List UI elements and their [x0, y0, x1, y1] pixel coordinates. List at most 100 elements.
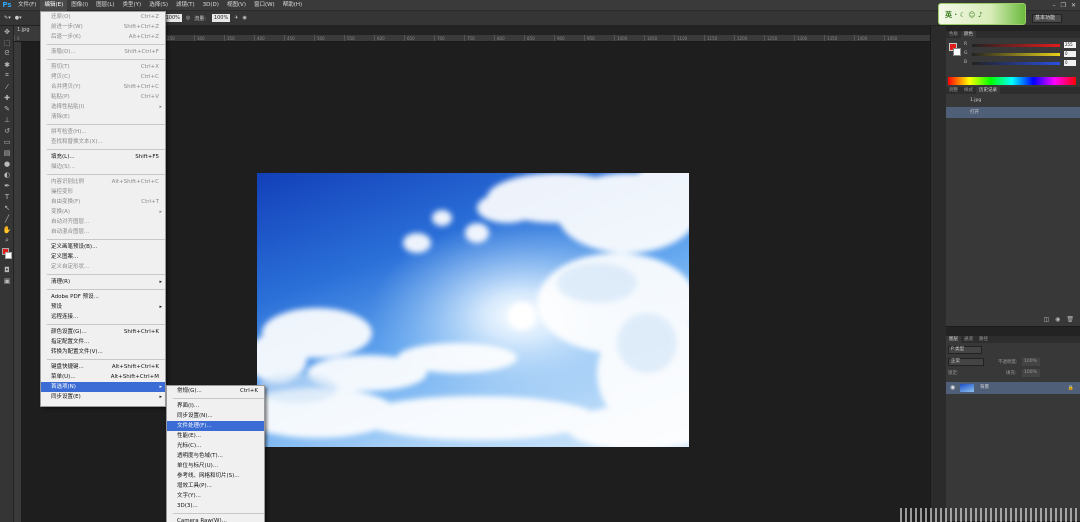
- canvas-scrollbar[interactable]: [930, 26, 938, 522]
- color-slider-b[interactable]: B0: [964, 60, 1076, 67]
- dodge-tool-icon[interactable]: ◐: [0, 169, 14, 180]
- menu-item[interactable]: 文字(Y)...: [167, 491, 264, 501]
- zoom-tool-icon[interactable]: ⌕: [0, 235, 14, 246]
- slider-value[interactable]: 0: [1064, 51, 1076, 57]
- layer-fill-field[interactable]: 100%: [1022, 369, 1040, 377]
- menu-0[interactable]: 文件(F): [14, 0, 40, 11]
- menu-5[interactable]: 选择(S): [145, 0, 172, 11]
- menu-item[interactable]: 界面(I)...: [167, 401, 264, 411]
- flow-field[interactable]: 100%: [210, 14, 231, 22]
- menu-3[interactable]: 图层(L): [92, 0, 118, 11]
- menu-2[interactable]: 图像(I): [67, 0, 92, 11]
- blur-tool-icon[interactable]: ●: [0, 158, 14, 169]
- layer-row-background[interactable]: ◉ 背景 🔒: [946, 382, 1080, 394]
- menu-item[interactable]: 转换为配置文件(V)...: [41, 347, 165, 357]
- menu-9[interactable]: 窗口(W): [250, 0, 279, 11]
- menu-10[interactable]: 帮助(H): [279, 0, 306, 11]
- brush-tool-icon[interactable]: ✎: [0, 103, 14, 114]
- menu-item[interactable]: 菜单(U)... Alt+Shift+Ctrl+M: [41, 372, 165, 382]
- marquee-tool-icon[interactable]: ⬚: [0, 37, 14, 48]
- airbrush-icon[interactable]: ✈: [234, 15, 238, 21]
- workspace-select[interactable]: 基本功能: [1032, 14, 1062, 23]
- menu-item[interactable]: 单位与标尺(U)...: [167, 461, 264, 471]
- panel-tab[interactable]: 路径: [976, 336, 991, 343]
- eyedropper-tool-icon[interactable]: ⁄: [0, 81, 14, 92]
- ad-badge[interactable]: 英 · ☾ ☺ ♪: [938, 3, 1026, 25]
- panel-tab[interactable]: 样式: [961, 87, 976, 94]
- pen-tool-icon[interactable]: ✒: [0, 180, 14, 191]
- document-tab[interactable]: 1.jpg: [14, 26, 40, 35]
- panel-tab[interactable]: 通道: [961, 336, 976, 343]
- close-icon[interactable]: ✕: [1071, 0, 1076, 11]
- menu-item[interactable]: 预设 ▸: [41, 302, 165, 312]
- pressure-opacity-icon[interactable]: ◎: [186, 15, 190, 21]
- restore-icon[interactable]: ❐: [1061, 0, 1066, 11]
- type-tool-icon[interactable]: T: [0, 191, 14, 202]
- brush-size-picker[interactable]: ●▾: [15, 15, 22, 21]
- snapshot-icon[interactable]: ◉: [1055, 316, 1060, 323]
- panel-collapse-strip[interactable]: [938, 26, 946, 522]
- history-row[interactable]: 打开: [946, 107, 1080, 118]
- move-tool-icon[interactable]: ✥: [0, 26, 14, 37]
- new-doc-from-state-icon[interactable]: ◫: [1043, 316, 1049, 323]
- screen-mode-icon[interactable]: ▣: [0, 275, 14, 286]
- menu-item[interactable]: Adobe PDF 预设...: [41, 292, 165, 302]
- menu-item[interactable]: 键盘快捷键... Alt+Shift+Ctrl+K: [41, 362, 165, 372]
- quick-mask-icon[interactable]: ◘: [0, 264, 14, 275]
- menu-item[interactable]: 参考线、网格和切片(S)...: [167, 471, 264, 481]
- color-slider-g[interactable]: G0: [964, 51, 1076, 58]
- shape-tool-icon[interactable]: ╱: [0, 213, 14, 224]
- minimize-icon[interactable]: –: [1053, 0, 1056, 11]
- quick-select-tool-icon[interactable]: ✱: [0, 59, 14, 70]
- menu-1[interactable]: 编辑(E): [40, 0, 68, 11]
- menu-6[interactable]: 滤镜(T): [172, 0, 199, 11]
- color-swatches[interactable]: [0, 246, 14, 264]
- menu-item[interactable]: 性能(E)...: [167, 431, 264, 441]
- background-color[interactable]: [5, 252, 12, 259]
- menu-item[interactable]: 首选项(N) ▸: [41, 382, 165, 392]
- stamp-tool-icon[interactable]: ⊥: [0, 114, 14, 125]
- slider-value[interactable]: 255: [1064, 42, 1076, 48]
- bg-swatch[interactable]: [953, 48, 961, 56]
- menu-4[interactable]: 类型(Y): [119, 0, 146, 11]
- menu-8[interactable]: 视图(V): [223, 0, 250, 11]
- menu-item[interactable]: 定义画笔预设(B)...: [41, 242, 165, 252]
- panel-tab[interactable]: 调整: [946, 87, 961, 94]
- hand-tool-icon[interactable]: ✋: [0, 224, 14, 235]
- gradient-tool-icon[interactable]: ▤: [0, 147, 14, 158]
- menu-item[interactable]: 文件处理(F)...: [167, 421, 264, 431]
- menu-item[interactable]: 清理(R) ▸: [41, 277, 165, 287]
- menu-item[interactable]: 同步设置(N)...: [167, 411, 264, 421]
- slider-track[interactable]: [972, 62, 1060, 65]
- menu-item[interactable]: Camera Raw(W)...: [167, 516, 264, 522]
- color-slider-r[interactable]: R 255: [964, 42, 1076, 49]
- panel-tab[interactable]: 历史记录: [976, 87, 1000, 94]
- panel-tab[interactable]: 图层: [946, 336, 961, 343]
- trash-icon[interactable]: 🗑: [1066, 316, 1074, 323]
- brush-tool-icon[interactable]: ✎▾: [4, 15, 11, 21]
- layer-filter-select[interactable]: P 类型: [948, 346, 982, 354]
- menu-item[interactable]: 颜色设置(G)... Shift+Ctrl+K: [41, 327, 165, 337]
- menu-item[interactable]: 指定配置文件...: [41, 337, 165, 347]
- slider-value[interactable]: 0: [1064, 60, 1076, 66]
- eye-icon[interactable]: ◉: [950, 382, 955, 394]
- menu-item[interactable]: 远程连接...: [41, 312, 165, 322]
- menu-item[interactable]: 填充(L)... Shift+F5: [41, 152, 165, 162]
- panel-tab[interactable]: 色板: [946, 31, 961, 38]
- menu-item[interactable]: 增效工具(P)...: [167, 481, 264, 491]
- pressure-size-icon[interactable]: ◉: [242, 15, 246, 21]
- menu-item[interactable]: 定义图案...: [41, 252, 165, 262]
- lasso-tool-icon[interactable]: ᘓ: [0, 48, 14, 59]
- menu-item[interactable]: 常规(G)... Ctrl+K: [167, 386, 264, 396]
- slider-track[interactable]: [972, 53, 1060, 56]
- panel-tab[interactable]: 颜色: [961, 31, 976, 38]
- menu-item[interactable]: 透明度与色域(T)...: [167, 451, 264, 461]
- menu-item[interactable]: 光标(C)...: [167, 441, 264, 451]
- menu-item[interactable]: 3D(3)...: [167, 501, 264, 511]
- history-row[interactable]: 1.jpg: [946, 95, 1080, 106]
- layer-opacity-field[interactable]: 100%: [1022, 358, 1040, 366]
- menu-item[interactable]: 同步设置(E) ▸: [41, 392, 165, 402]
- history-brush-icon[interactable]: ↺: [0, 125, 14, 136]
- color-spectrum[interactable]: [948, 77, 1076, 85]
- crop-tool-icon[interactable]: ⌗: [0, 70, 14, 81]
